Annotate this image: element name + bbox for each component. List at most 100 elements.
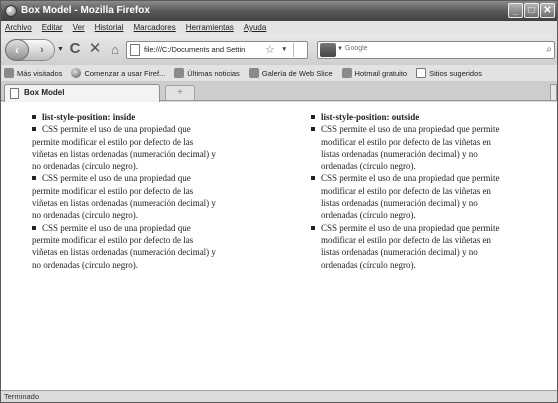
bookmark-galeria-web-slice[interactable]: Galería de Web Slice bbox=[248, 68, 333, 78]
search-engine-dropdown-icon[interactable]: ▼ bbox=[337, 46, 343, 52]
bullet-icon bbox=[311, 127, 315, 132]
menu-herramientas[interactable]: Herramientas bbox=[186, 21, 234, 35]
bookmark-label: Comenzar a usar Firef... bbox=[84, 68, 166, 78]
tab-box-model[interactable]: Box Model bbox=[4, 84, 160, 102]
list-line: permite modificar el estilo por defecto … bbox=[32, 234, 194, 245]
list-item: CSS permite el uso de una propiedad que … bbox=[307, 222, 553, 271]
navigation-toolbar: ‹ › ▼ C ✕ ⌂ file:///C:/Documents and Set… bbox=[1, 35, 557, 65]
list-heading-inside: list-style-position: inside bbox=[32, 111, 272, 123]
list-line: viñetas en listas ordenadas (numeración … bbox=[32, 247, 216, 258]
back-button[interactable]: ‹ bbox=[5, 39, 29, 61]
search-bar[interactable]: ▼ ⌕ bbox=[317, 41, 555, 59]
search-icon[interactable]: ⌕ bbox=[546, 44, 552, 55]
history-dropdown-icon[interactable]: ▼ bbox=[57, 46, 64, 53]
bookmark-label: Más visitados bbox=[17, 68, 63, 78]
bookmark-hotmail[interactable]: Hotmail gratuito bbox=[341, 68, 408, 78]
window-title: Box Model - Mozilla Firefox bbox=[21, 5, 150, 16]
menu-editar[interactable]: Editar bbox=[42, 21, 63, 35]
maximize-button[interactable]: □ bbox=[524, 3, 539, 18]
menu-bar: Archivo Editar Ver Historial Marcadores … bbox=[1, 21, 557, 35]
menu-ayuda[interactable]: Ayuda bbox=[244, 21, 267, 35]
bullet-icon bbox=[32, 115, 36, 119]
back-forward-group: ‹ › bbox=[5, 39, 55, 61]
web-slice-icon bbox=[248, 68, 259, 78]
list-inside-column: list-style-position: inside CSS permite … bbox=[32, 111, 272, 271]
firefox-logo-icon bbox=[5, 5, 17, 17]
tab-label: Box Model bbox=[24, 88, 65, 97]
bullet-icon bbox=[32, 176, 36, 181]
list-item: CSS permite el uso de una propiedad que … bbox=[307, 123, 553, 172]
list-heading-outside: list-style-position: outside bbox=[307, 111, 553, 123]
list-line: viñetas en listas ordenadas (numeración … bbox=[32, 148, 216, 159]
list-line: modificar el estilo por defecto de las v… bbox=[321, 234, 491, 245]
page-icon bbox=[10, 88, 19, 99]
bookmark-sitios-sugeridos[interactable]: Sitios sugeridos bbox=[416, 68, 482, 78]
search-input[interactable] bbox=[345, 45, 525, 52]
bookmark-mas-visitados[interactable]: Más visitados bbox=[4, 68, 62, 78]
list-line: listas ordenadas (numeración decimal) y … bbox=[321, 148, 478, 159]
status-bar: Terminado bbox=[1, 390, 557, 402]
list-line: viñetas en listas ordenadas (numeración … bbox=[32, 198, 216, 209]
browser-window: Box Model - Mozilla Firefox _ □ ✕ Archiv… bbox=[0, 0, 558, 403]
menu-historial[interactable]: Historial bbox=[95, 21, 124, 35]
tab-bar: Box Model + bbox=[1, 81, 557, 102]
list-line: ordenadas (círculo negro). bbox=[321, 210, 416, 221]
list-line: listas ordenadas (numeración decimal) y … bbox=[321, 198, 478, 209]
new-tab-button[interactable]: + bbox=[165, 85, 195, 100]
folder-icon bbox=[4, 68, 14, 78]
tab-scroll-button[interactable] bbox=[550, 84, 557, 101]
menu-marcadores[interactable]: Marcadores bbox=[134, 21, 176, 35]
list-line: listas ordenadas (numeración decimal) y … bbox=[321, 247, 478, 258]
rss-icon bbox=[174, 68, 185, 78]
list-line: CSS permite el uso de una propiedad que bbox=[32, 172, 272, 184]
close-button[interactable]: ✕ bbox=[540, 3, 555, 18]
list-line: CSS permite el uso de una propiedad que … bbox=[321, 222, 500, 233]
list-outside-column: list-style-position: outside CSS permite… bbox=[307, 111, 553, 271]
address-bar[interactable]: file:///C:/Documents and Settin ☆ ▼ bbox=[126, 41, 308, 59]
list-line: no ordenadas (círculo negro). bbox=[32, 259, 138, 270]
list-line: modificar el estilo por defecto de las v… bbox=[321, 185, 491, 196]
bookmark-star-icon[interactable]: ☆ bbox=[265, 43, 275, 56]
list-line: modificar el estilo por defecto de las v… bbox=[321, 136, 491, 147]
list-line: CSS permite el uso de una propiedad que bbox=[32, 222, 272, 234]
bookmark-label: Sitios sugeridos bbox=[429, 68, 483, 78]
hotmail-icon bbox=[341, 68, 352, 78]
list-line: no ordenadas (círculo negro). bbox=[32, 210, 138, 221]
menu-archivo[interactable]: Archivo bbox=[5, 21, 32, 35]
bullet-icon bbox=[311, 225, 315, 230]
bookmark-label: Hotmail gratuito bbox=[354, 68, 408, 78]
url-dropdown-icon[interactable]: ▼ bbox=[281, 46, 287, 53]
list-line: permite modificar el estilo por defecto … bbox=[32, 185, 194, 196]
bullet-icon bbox=[311, 176, 315, 181]
window-controls: _ □ ✕ bbox=[508, 3, 555, 19]
page-icon bbox=[416, 68, 427, 78]
list-line: CSS permite el uso de una propiedad que … bbox=[321, 124, 500, 135]
home-button[interactable]: ⌂ bbox=[107, 42, 123, 58]
list-line: CSS permite el uso de una propiedad que … bbox=[321, 173, 500, 184]
list-line: ordenadas (círculo negro). bbox=[321, 161, 416, 172]
bullet-icon bbox=[32, 225, 36, 230]
title-bar: Box Model - Mozilla Firefox _ □ ✕ bbox=[1, 1, 557, 21]
search-engine-icon[interactable] bbox=[320, 43, 336, 57]
list-line: permite modificar el estilo por defecto … bbox=[32, 136, 194, 147]
forward-button[interactable]: › bbox=[34, 43, 50, 57]
page-icon bbox=[130, 44, 140, 56]
list-item: CSS permite el uso de una propiedad que … bbox=[307, 172, 553, 221]
bookmark-comenzar[interactable]: Comenzar a usar Firef... bbox=[71, 68, 165, 78]
menu-ver[interactable]: Ver bbox=[73, 21, 85, 35]
list-line: no ordenadas (círculo negro). bbox=[32, 161, 138, 172]
bookmark-label: Galería de Web Slice bbox=[261, 68, 333, 78]
address-separator bbox=[293, 43, 294, 57]
firefox-icon bbox=[71, 68, 82, 78]
minimize-button[interactable]: _ bbox=[508, 3, 523, 18]
page-content: list-style-position: inside CSS permite … bbox=[1, 102, 557, 390]
list-line: CSS permite el uso de una propiedad que bbox=[32, 123, 272, 135]
reload-button[interactable]: C bbox=[67, 41, 83, 57]
stop-button[interactable]: ✕ bbox=[87, 41, 103, 57]
bookmark-label: Últimas noticias bbox=[187, 68, 240, 78]
bullet-icon bbox=[311, 115, 315, 119]
list-line: ordenadas (círculo negro). bbox=[321, 259, 416, 270]
bookmark-ultimas-noticias[interactable]: Últimas noticias bbox=[174, 68, 240, 78]
bullet-icon bbox=[32, 127, 36, 132]
url-text[interactable]: file:///C:/Documents and Settin bbox=[144, 45, 262, 54]
